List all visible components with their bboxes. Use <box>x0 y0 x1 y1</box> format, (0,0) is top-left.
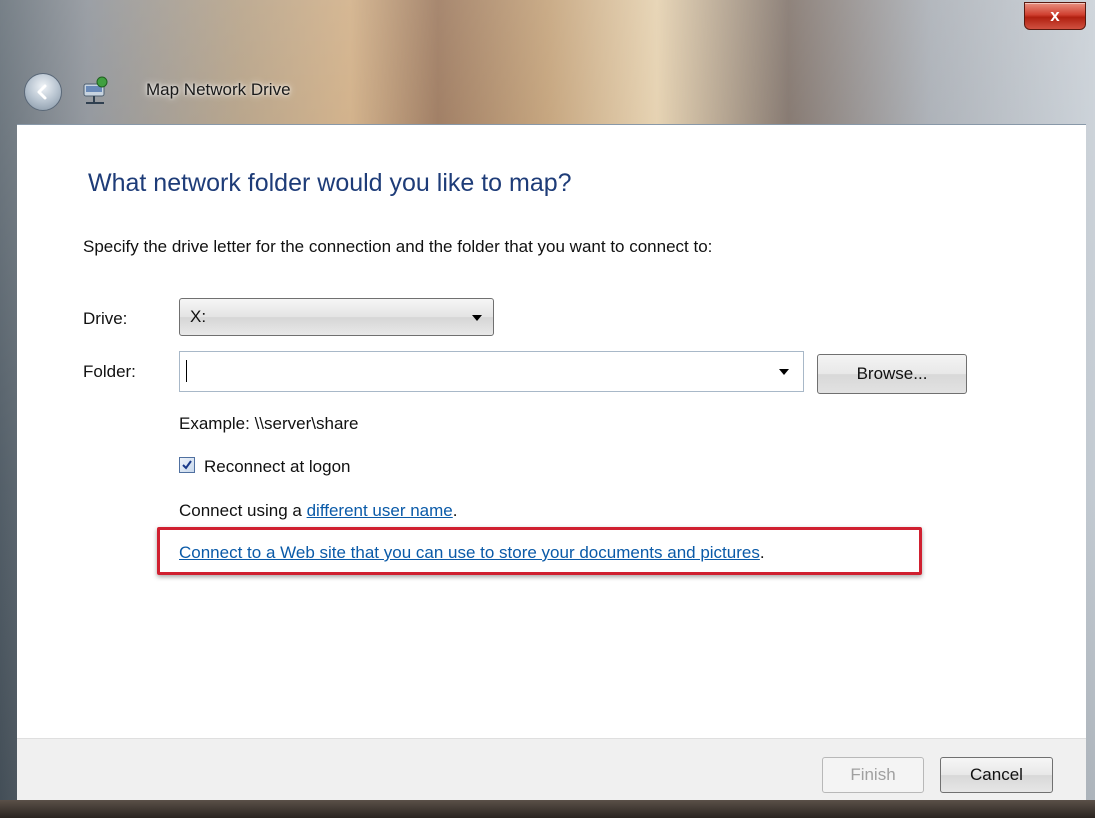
button-bar <box>17 738 1086 801</box>
drive-label: Drive: <box>83 309 128 328</box>
checkmark-icon <box>182 460 192 470</box>
browse-button[interactable]: Browse... <box>817 354 967 394</box>
instruction-text: Specify the drive letter for the connect… <box>83 237 713 256</box>
close-button[interactable]: x <box>1024 2 1086 30</box>
web-site-suffix: . <box>759 543 765 562</box>
folder-input[interactable] <box>179 351 804 392</box>
chevron-down-icon[interactable] <box>779 369 789 375</box>
folder-label: Folder: <box>83 362 136 381</box>
back-button[interactable] <box>24 73 62 111</box>
cancel-button[interactable]: Cancel <box>940 757 1053 793</box>
connect-using-text: Connect using a different user name. <box>179 501 458 521</box>
web-site-link[interactable]: Connect to a Web site that you can use t… <box>179 543 760 562</box>
text-cursor <box>186 360 187 382</box>
drive-value: X: <box>190 307 207 326</box>
back-arrow-icon <box>37 84 47 100</box>
network-drive-icon <box>83 76 108 104</box>
connect-using-suffix: . <box>452 501 458 520</box>
example-text: Example: \\server\share <box>179 414 359 433</box>
web-site-text: Connect to a Web site that you can use t… <box>179 543 765 563</box>
drive-select[interactable]: X: <box>179 298 494 336</box>
reconnect-label: Reconnect at logon <box>204 457 351 476</box>
connect-using-prefix: Connect using a <box>179 501 307 520</box>
different-user-link[interactable]: different user name <box>307 501 453 520</box>
dialog-content: What network folder would you like to ma… <box>17 124 1086 739</box>
close-icon: x <box>1050 6 1060 25</box>
chevron-down-icon <box>472 315 482 321</box>
window-title: Map Network Drive <box>146 80 291 99</box>
window-frame-bottom <box>0 800 1095 818</box>
reconnect-checkbox[interactable] <box>179 457 195 473</box>
dialog-window: x Map Network Drive What network folder … <box>0 0 1095 818</box>
page-heading: What network folder would you like to ma… <box>88 169 572 197</box>
finish-button[interactable]: Finish <box>822 757 924 793</box>
